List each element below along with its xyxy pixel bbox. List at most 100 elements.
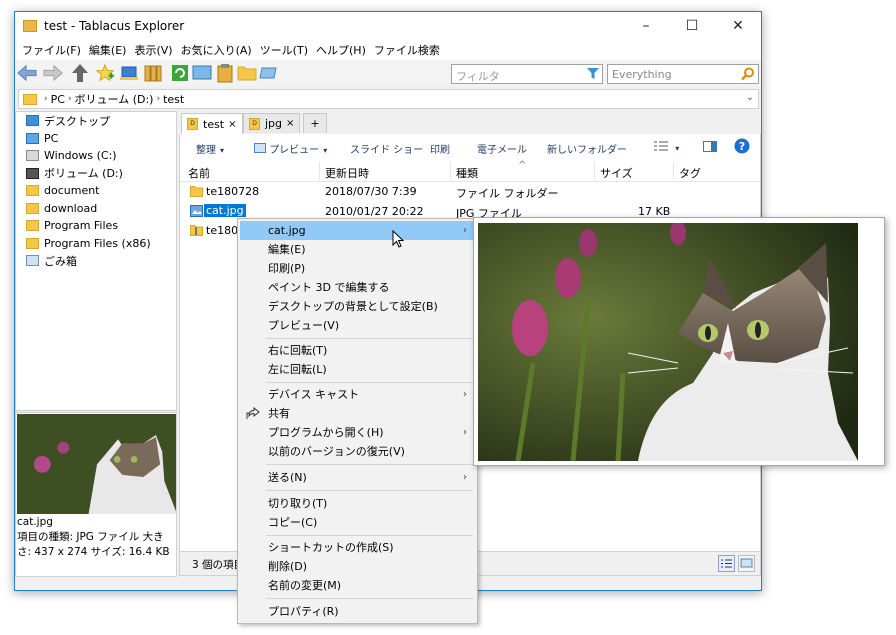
address-dropdown-icon[interactable]: ⌄ — [746, 92, 754, 103]
organize-button[interactable]: 整理 ▾ — [196, 141, 224, 156]
recycle-bin-icon — [26, 255, 39, 267]
ctx-item-create-shortcut[interactable]: ショートカットの作成(S) — [240, 538, 475, 557]
context-menu: cat.jpg › 編集(E) 印刷(P) ペイント 3D で編集する デスクトッ… — [237, 218, 478, 624]
image-file-icon — [190, 204, 203, 217]
clipboard-icon[interactable] — [215, 63, 235, 83]
back-icon[interactable] — [17, 63, 37, 83]
folder-icon — [26, 185, 39, 197]
menu-separator — [266, 535, 473, 536]
tag-icon[interactable] — [259, 63, 279, 83]
ctx-item-paint3d[interactable]: ペイント 3D で編集する — [240, 278, 475, 297]
tree-item-document[interactable]: document — [16, 182, 176, 200]
breadcrumb-test[interactable]: test — [163, 93, 184, 106]
menu-tools[interactable]: ツール(T) — [256, 42, 312, 58]
ctx-item-device-cast[interactable]: デバイス キャスト › — [240, 385, 475, 404]
new-tab-button[interactable]: + — [303, 113, 327, 133]
thumbnail-view-button[interactable] — [738, 555, 755, 572]
breadcrumb-separator: › — [67, 94, 72, 104]
ctx-item-restore-versions[interactable]: 以前のバージョンの復元(V) — [240, 442, 475, 461]
ctx-item-cut[interactable]: 切り取り(T) — [240, 494, 475, 513]
ctx-item-print[interactable]: 印刷(P) — [240, 259, 475, 278]
sort-indicator: ^ — [518, 160, 527, 171]
tree-item-download[interactable]: download — [16, 200, 176, 218]
tab-jpg[interactable]: D jpg × — [243, 113, 301, 133]
minimize-button[interactable]: – — [623, 12, 669, 40]
image-preview-popup — [473, 217, 885, 466]
new-folder-button[interactable]: 新しいフォルダー — [547, 141, 627, 156]
list-row[interactable]: te180728 2018/07/30 7:39 ファイル フォルダー — [180, 182, 760, 202]
tree-item-program-files-x86[interactable]: Program Files (x86) — [16, 235, 176, 253]
tree-item-recycle-bin[interactable]: ごみ箱 — [16, 252, 176, 270]
forward-icon[interactable] — [43, 63, 63, 83]
tab-close-icon[interactable]: × — [228, 119, 236, 130]
close-button[interactable]: ✕ — [715, 12, 761, 40]
column-tags[interactable]: タグ — [679, 165, 701, 181]
details-view-button[interactable] — [718, 555, 735, 572]
file-date: 2010/01/27 20:22 — [325, 204, 424, 218]
ctx-item-edit[interactable]: 編集(E) — [240, 240, 475, 259]
column-type[interactable]: 種類 — [456, 165, 478, 181]
address-bar[interactable]: › PC › ボリューム (D:) › test ⌄ — [18, 89, 759, 109]
tree-item-windows-c[interactable]: Windows (C:) — [16, 147, 176, 165]
library-icon[interactable] — [143, 63, 163, 83]
ctx-item-cat-jpg[interactable]: cat.jpg › — [240, 221, 475, 240]
menu-file-search[interactable]: ファイル検索 — [370, 42, 444, 58]
ctx-item-send-to[interactable]: 送る(N) › — [240, 468, 475, 487]
favorites-icon[interactable] — [95, 63, 115, 83]
ctx-item-open-with[interactable]: プログラムから開く(H) › — [240, 423, 475, 442]
ctx-item-preview[interactable]: プレビュー(V) — [240, 316, 475, 335]
title-bar[interactable]: test - Tablacus Explorer – ☐ ✕ — [15, 12, 761, 40]
preview-button[interactable]: プレビュー ▾ — [254, 141, 327, 156]
menu-view[interactable]: 表示(V) — [130, 42, 176, 58]
ctx-item-rename[interactable]: 名前の変更(M) — [240, 576, 475, 595]
folder-icon[interactable] — [237, 63, 257, 83]
view-options-button[interactable]: ▾ — [654, 141, 679, 154]
tree-item-pc[interactable]: PC — [16, 130, 176, 148]
print-button[interactable]: 印刷 — [430, 141, 450, 156]
menu-help[interactable]: ヘルプ(H) — [312, 42, 370, 58]
file-type: ファイル フォルダー — [456, 187, 559, 200]
zip-folder-icon — [190, 225, 203, 236]
menu-separator — [266, 382, 473, 383]
menu-file[interactable]: ファイル(F) — [18, 42, 85, 58]
column-size[interactable]: サイズ — [600, 165, 633, 181]
breadcrumb-volume-d[interactable]: ボリューム (D:) — [75, 91, 154, 107]
preview-info: cat.jpg 項目の種類: JPG ファイル 大きさ: 437 x 274 サ… — [17, 516, 170, 558]
column-name[interactable]: 名前 — [188, 165, 210, 181]
menu-bar: ファイル(F) 編集(E) 表示(V) お気に入り(A) ツール(T) ヘルプ(… — [15, 40, 761, 60]
ctx-item-delete[interactable]: 削除(D) — [240, 557, 475, 576]
ctx-item-share[interactable]: 共有 — [240, 404, 475, 423]
slideshow-button[interactable]: スライド ショー — [350, 141, 423, 156]
file-name: cat.jpg — [204, 203, 246, 217]
ctx-item-set-background[interactable]: デスクトップの背景として設定(B) — [240, 297, 475, 316]
ctx-item-copy[interactable]: コピー(C) — [240, 513, 475, 532]
pane-toggle-icon[interactable] — [703, 141, 717, 155]
email-button[interactable]: 電子メール — [477, 141, 527, 156]
tree-item-volume-d[interactable]: ボリューム (D:) — [16, 165, 176, 183]
help-icon[interactable]: ? — [734, 138, 750, 157]
search-input[interactable]: Everything — [607, 64, 759, 84]
drive-icon — [26, 150, 39, 162]
filter-input[interactable]: フィルタ — [451, 64, 603, 84]
up-icon[interactable] — [70, 63, 90, 83]
folder-icon — [23, 93, 37, 105]
drive-icon — [26, 167, 39, 179]
tree-item-desktop[interactable]: デスクトップ — [16, 112, 176, 130]
share-icon — [246, 407, 260, 419]
menu-favorites[interactable]: お気に入り(A) — [177, 42, 256, 58]
preview-thumbnail — [17, 414, 176, 514]
ctx-item-rotate-left[interactable]: 左に回転(L) — [240, 360, 475, 379]
column-date[interactable]: 更新日時 — [325, 165, 369, 181]
folder-icon: D — [249, 117, 260, 130]
breadcrumb-pc[interactable]: PC — [51, 93, 65, 106]
refresh-icon[interactable] — [170, 63, 190, 83]
new-window-icon[interactable] — [119, 63, 139, 83]
tree-item-program-files[interactable]: Program Files — [16, 217, 176, 235]
screen-icon[interactable] — [192, 63, 212, 83]
tab-close-icon[interactable]: × — [286, 118, 294, 129]
ctx-item-properties[interactable]: プロパティ(R) — [240, 602, 475, 621]
ctx-item-rotate-right[interactable]: 右に回転(T) — [240, 341, 475, 360]
tab-test[interactable]: D test × — [181, 113, 243, 134]
menu-edit[interactable]: 編集(E) — [85, 42, 131, 58]
maximize-button[interactable]: ☐ — [669, 12, 715, 40]
